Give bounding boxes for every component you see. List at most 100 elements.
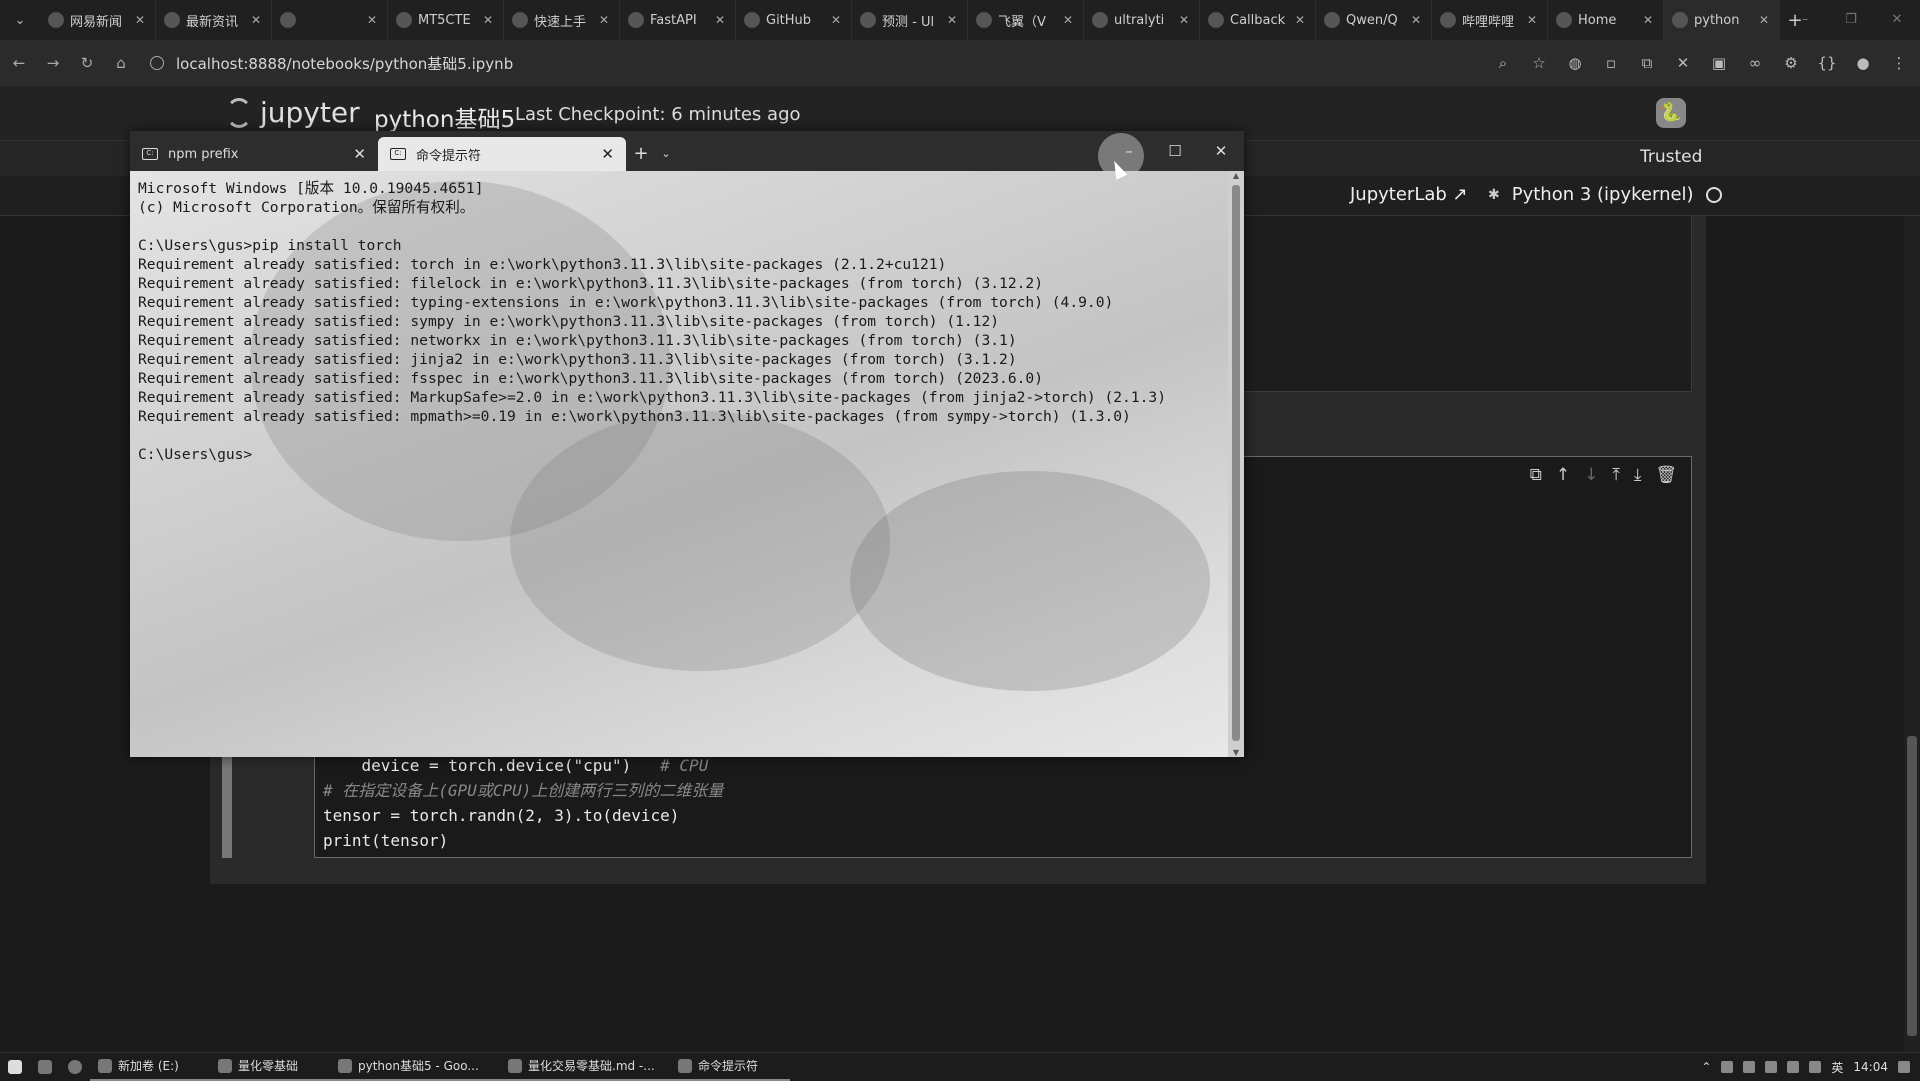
close-tab-icon[interactable]: ✕: [1295, 13, 1307, 27]
close-tab-icon[interactable]: ✕: [1643, 13, 1655, 27]
start-button[interactable]: [0, 1053, 30, 1081]
jupyter-logo[interactable]: jupyter: [226, 96, 360, 129]
network-icon[interactable]: [1787, 1061, 1800, 1073]
address-bar[interactable]: localhost:8888/notebooks/python基础5.ipynb: [150, 53, 513, 74]
insert-below-icon[interactable]: ⤓: [1634, 465, 1642, 485]
site-info-icon[interactable]: [150, 56, 164, 70]
taskbar-item[interactable]: 量化交易零基础.md -...: [500, 1053, 670, 1081]
volume-icon[interactable]: [1809, 1061, 1822, 1073]
browser-maximize-button[interactable]: ❐: [1828, 0, 1874, 40]
close-tab-icon[interactable]: ✕: [1411, 13, 1423, 27]
extension-icon[interactable]: ✕: [1672, 54, 1694, 72]
browser-tab[interactable]: 最新资讯 ✕: [156, 0, 272, 40]
page-scrollbar-thumb[interactable]: [1907, 736, 1917, 1036]
close-tab-icon[interactable]: ✕: [353, 145, 366, 163]
taskbar-item-label: 新加卷 (E:): [118, 1059, 179, 1073]
browser-tab[interactable]: ultralyti ✕: [1084, 0, 1200, 40]
close-tab-icon[interactable]: ✕: [947, 13, 959, 27]
browser-tab[interactable]: python ✕: [1664, 0, 1780, 40]
browser-tab[interactable]: 快速上手 ✕: [504, 0, 620, 40]
duplicate-cell-icon[interactable]: ⧉: [1530, 465, 1542, 485]
extension-icon[interactable]: ⚙: [1780, 54, 1802, 72]
new-terminal-tab-button[interactable]: +: [626, 137, 656, 171]
terminal-close-button[interactable]: ✕: [1198, 131, 1244, 171]
bookmark-star-icon[interactable]: ☆: [1528, 54, 1550, 72]
taskbar-item[interactable]: 新加卷 (E:): [90, 1053, 210, 1081]
browser-tab[interactable]: Home ✕: [1548, 0, 1664, 40]
notification-icon[interactable]: [1898, 1061, 1910, 1073]
move-up-icon[interactable]: ↑: [1556, 465, 1570, 485]
close-tab-icon[interactable]: ✕: [1179, 13, 1191, 27]
terminal-tab-cmd[interactable]: C: 命令提示符 ✕: [378, 137, 626, 171]
zoom-icon[interactable]: ⌕: [1492, 54, 1514, 72]
taskbar-item[interactable]: 命令提示符: [670, 1053, 790, 1081]
browser-tab[interactable]: 预测 - Ul ✕: [852, 0, 968, 40]
home-icon[interactable]: ⌂: [106, 54, 136, 72]
terminal-tab-npm[interactable]: C: npm prefix ✕: [130, 137, 378, 171]
browser-tab[interactable]: GitHub ✕: [736, 0, 852, 40]
browser-tab[interactable]: Qwen/Q ✕: [1316, 0, 1432, 40]
forward-arrow-icon[interactable]: →: [38, 54, 68, 72]
microphone-icon[interactable]: [1721, 1061, 1734, 1073]
close-tab-icon[interactable]: ✕: [831, 13, 843, 27]
browser-tab[interactable]: 哔哩哔哩 ✕: [1432, 0, 1548, 40]
terminal-scrollbar-thumb[interactable]: [1232, 185, 1240, 741]
browser-menu-icon[interactable]: ⋮: [1888, 54, 1910, 72]
chatgpt-icon: [396, 12, 412, 28]
screenshot-icon[interactable]: ⧉: [1636, 54, 1658, 72]
browser-tab[interactable]: 飞翼（V ✕: [968, 0, 1084, 40]
close-tab-icon[interactable]: ✕: [135, 13, 147, 27]
reload-icon[interactable]: ↻: [72, 54, 102, 72]
clock[interactable]: 14:04: [1853, 1060, 1888, 1074]
move-down-icon[interactable]: ↓: [1584, 465, 1598, 485]
close-tab-icon[interactable]: ✕: [1063, 13, 1075, 27]
tab-search-chevron-icon[interactable]: ⌄: [0, 13, 40, 28]
trusted-indicator[interactable]: Trusted: [1640, 147, 1702, 167]
tray-overflow-icon[interactable]: ⌃: [1701, 1060, 1711, 1074]
browser-tab[interactable]: ✕: [272, 0, 388, 40]
close-tab-icon[interactable]: ✕: [483, 13, 495, 27]
code-editor[interactable]: device = torch.device("cpu") # CPU # 在指定设…: [323, 753, 723, 853]
scroll-up-arrow-icon[interactable]: ▲: [1228, 171, 1244, 180]
jupyterlab-link[interactable]: JupyterLab ↗: [1350, 184, 1468, 205]
glasses-icon[interactable]: ∞: [1744, 54, 1766, 72]
insert-above-icon[interactable]: ⤒: [1612, 465, 1620, 485]
terminal-body[interactable]: Microsoft Windows [版本 10.0.19045.4651] (…: [130, 171, 1228, 757]
delete-cell-icon[interactable]: 🗑: [1655, 465, 1677, 485]
close-tab-icon[interactable]: ✕: [1527, 13, 1539, 27]
tray-app-icon[interactable]: [1765, 1061, 1778, 1073]
ime-indicator[interactable]: 英: [1831, 1059, 1843, 1076]
extension-icon[interactable]: ▣: [1708, 54, 1730, 72]
close-tab-icon[interactable]: ✕: [715, 13, 727, 27]
extension-icon[interactable]: ▫: [1600, 54, 1622, 72]
back-arrow-icon[interactable]: ←: [4, 54, 34, 72]
page-scrollbar[interactable]: [1904, 216, 1920, 1052]
terminal-maximize-button[interactable]: ☐: [1152, 131, 1198, 171]
browser-pin[interactable]: [60, 1053, 90, 1081]
translate-icon[interactable]: ◍: [1564, 54, 1586, 72]
terminal-dropdown-chevron-icon[interactable]: ⌄: [656, 137, 676, 171]
browser-tab[interactable]: FastAPI ✕: [620, 0, 736, 40]
profile-icon[interactable]: ●: [1852, 54, 1874, 72]
browser-close-button[interactable]: ✕: [1874, 0, 1920, 40]
tray-app-icon[interactable]: [1743, 1061, 1756, 1073]
close-tab-icon[interactable]: ✕: [599, 13, 611, 27]
browser-tab[interactable]: MT5CTE ✕: [388, 0, 504, 40]
browser-tab[interactable]: Callback ✕: [1200, 0, 1316, 40]
browser-tab[interactable]: 网易新闻 ✕: [40, 0, 156, 40]
debugger-bug-icon[interactable]: ✱: [1488, 187, 1500, 203]
taskbar-item[interactable]: 量化零基础: [210, 1053, 330, 1081]
close-tab-icon[interactable]: ✕: [1759, 13, 1771, 27]
browser-minimize-button[interactable]: –: [1782, 0, 1828, 40]
notebook-title[interactable]: python基础5: [374, 100, 515, 134]
close-tab-icon[interactable]: ✕: [251, 13, 263, 27]
scroll-down-arrow-icon[interactable]: ▼: [1228, 748, 1244, 757]
close-tab-icon[interactable]: ✕: [601, 145, 614, 163]
terminal-scrollbar[interactable]: ▲ ▼: [1228, 171, 1244, 757]
task-view-button[interactable]: [30, 1053, 60, 1081]
kernel-status[interactable]: ✱ Python 3 (ipykernel): [1488, 184, 1722, 205]
close-tab-icon[interactable]: ✕: [367, 13, 379, 27]
extensions-puzzle-icon[interactable]: {}: [1816, 54, 1838, 72]
taskbar-item[interactable]: python基础5 - Goo...: [330, 1053, 500, 1081]
terminal-window[interactable]: C: npm prefix ✕ C: 命令提示符 ✕ + ⌄ – ☐ ✕ Mic…: [130, 131, 1244, 757]
